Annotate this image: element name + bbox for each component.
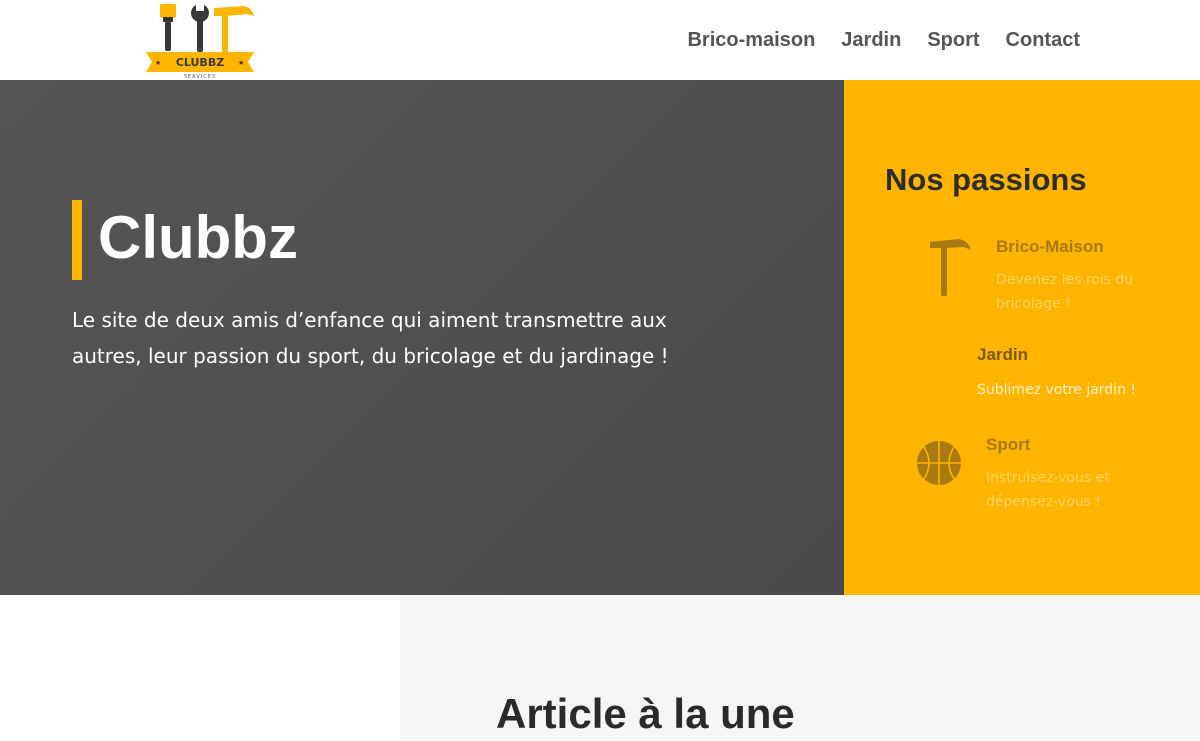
passion-item-jardin[interactable]: Jardin Sublimez votre jardin !: [844, 342, 1200, 406]
site-header: ★ ★ CLUBBZ SERVICES Brico-maison Jardin …: [0, 0, 1200, 80]
bottom-left-panel: [0, 595, 400, 740]
passions-panel: Nos passions Brico-Maison Devenez les ro…: [844, 80, 1200, 595]
site-logo[interactable]: ★ ★ CLUBBZ SERVICES: [144, 2, 256, 80]
nav-item-jardin[interactable]: Jardin: [841, 28, 901, 52]
nav-item-brico-maison[interactable]: Brico-maison: [687, 28, 815, 52]
tools-logo-icon: ★ ★ CLUBBZ SERVICES: [146, 2, 254, 80]
basketball-icon: [917, 441, 961, 485]
featured-article-section: Article à la une: [400, 595, 1200, 740]
passion-title: Jardin: [977, 345, 1029, 364]
passion-title: Sport: [986, 435, 1031, 454]
hammer-icon: [930, 239, 971, 296]
passion-title: Brico-Maison: [996, 237, 1104, 256]
logo-brand: CLUBBZ: [176, 56, 224, 69]
passion-description: Sublimez votre jardin !: [977, 382, 1137, 398]
passion-item-brico-maison[interactable]: Brico-Maison Devenez les rois du bricola…: [844, 230, 1200, 320]
hero-accent-bar: [72, 200, 82, 280]
nav-item-contact[interactable]: Contact: [1006, 28, 1080, 52]
svg-text:★: ★: [238, 59, 244, 67]
hero-description: Le site de deux amis d’enfance qui aimen…: [72, 308, 669, 368]
featured-article-title: Article à la une: [496, 690, 795, 737]
svg-text:★: ★: [155, 59, 161, 67]
nav-item-sport[interactable]: Sport: [927, 28, 979, 52]
main-nav: Brico-maison Jardin Sport Contact: [687, 28, 1080, 52]
hero-title: Clubbz: [98, 204, 298, 271]
passion-item-sport[interactable]: Sport Instruisez-vous et dépensez-vous !: [844, 430, 1200, 520]
hero-section: Clubbz Le site de deux amis d’enfance qu…: [0, 80, 844, 595]
passion-description: Devenez les rois du bricolage !: [996, 272, 1134, 312]
passion-description: Instruisez-vous et dépensez-vous !: [986, 470, 1110, 510]
passions-title: Nos passions: [885, 162, 1087, 197]
